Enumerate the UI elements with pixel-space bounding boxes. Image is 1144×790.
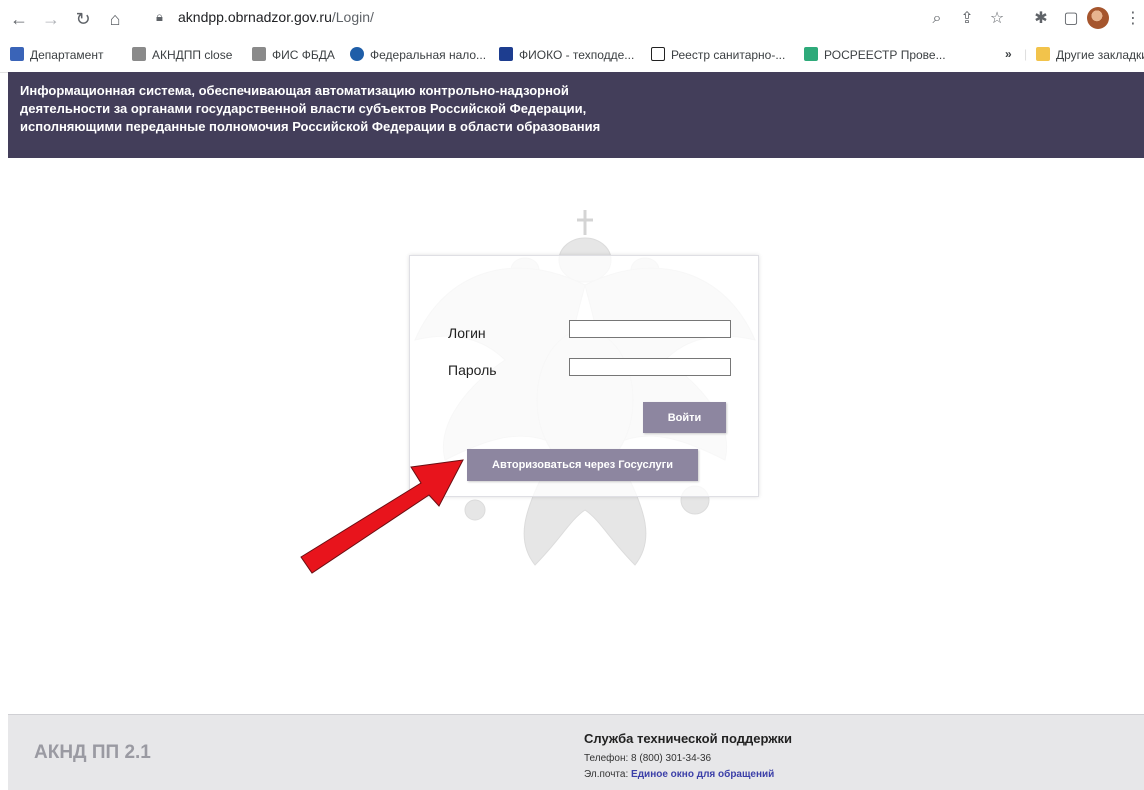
side-panel-icon[interactable]: ▢	[1060, 8, 1082, 30]
profile-avatar[interactable]	[1087, 7, 1109, 29]
building-icon	[132, 47, 146, 61]
site-footer: АКНД ПП 2.1 Служба технической поддержки…	[8, 714, 1144, 790]
email-link[interactable]: Единое окно для обращений	[631, 769, 774, 780]
zoom-icon[interactable]: ⌕	[926, 8, 948, 30]
other-bookmarks[interactable]: Другие закладки	[1036, 47, 1144, 62]
star-icon[interactable]: ☆	[986, 8, 1008, 30]
bookmark-item[interactable]: Реестр санитарно-...	[651, 47, 785, 62]
building-icon	[252, 47, 266, 61]
forward-icon[interactable]: →	[40, 8, 62, 30]
tax-service-icon	[350, 47, 364, 61]
support-phone: Телефон: 8 (800) 301-34-36	[584, 753, 711, 764]
back-icon[interactable]: ←	[8, 8, 30, 30]
bookmark-item[interactable]: ФИОКО - техподде...	[499, 47, 634, 62]
support-email: Эл.почта: Единое окно для обращений	[584, 769, 774, 780]
menu-icon[interactable]: ⋮	[1122, 8, 1144, 30]
login-label: Логин	[448, 325, 486, 341]
bookmark-item[interactable]: Департамент	[10, 47, 103, 62]
bookmark-item[interactable]: ФИС ФБДА	[252, 47, 335, 62]
phone-value: 8 (800) 301-34-36	[631, 753, 712, 764]
bookmarks-divider: |	[1024, 47, 1028, 61]
footer-brand: АКНД ПП 2.1	[34, 742, 151, 763]
login-input[interactable]	[569, 320, 731, 338]
browser-toolbar: ← → ↻ ⌂ 🔒︎ akndpp.obrnadzor.gov.ru/Login…	[0, 0, 1144, 38]
bookmarks-bar: Департамент АКНДПП close ФИС ФБДА Федера…	[0, 38, 1144, 73]
email-label: Эл.почта:	[584, 769, 629, 780]
rosreestr-icon	[804, 47, 818, 61]
phone-label: Телефон:	[584, 753, 629, 764]
system-title: Информационная система, обеспечивающая а…	[20, 83, 601, 134]
support-title: Служба технической поддержки	[584, 731, 793, 746]
gosuslugi-login-button[interactable]: Авторизоваться через Госуслуги	[467, 449, 698, 481]
extensions-icon[interactable]: ✱	[1030, 8, 1052, 30]
reload-icon[interactable]: ↻	[72, 8, 94, 30]
bookmark-item[interactable]: АКНДПП close	[132, 47, 232, 62]
bookmarks-overflow-button[interactable]: »	[1005, 47, 1012, 61]
share-icon[interactable]: ⇪	[956, 8, 978, 30]
folder-icon	[1036, 47, 1050, 61]
login-button[interactable]: Войти	[643, 402, 726, 433]
password-input[interactable]	[569, 358, 731, 376]
site-header: Информационная система, обеспечивающая а…	[8, 72, 1144, 158]
home-icon[interactable]: ⌂	[104, 8, 126, 30]
fp-icon	[651, 47, 665, 61]
fioko-icon	[499, 47, 513, 61]
password-label: Пароль	[448, 362, 497, 378]
annotation-arrow	[300, 459, 464, 574]
lock-icon[interactable]: 🔒︎	[156, 9, 163, 25]
url-text[interactable]: akndpp.obrnadzor.gov.ru/Login/	[178, 9, 374, 25]
bookmark-favicon-icon	[10, 47, 24, 61]
bookmark-item[interactable]: Федеральная нало...	[350, 47, 486, 62]
bookmark-item[interactable]: РОСРЕЕСТР Прове...	[804, 47, 946, 62]
